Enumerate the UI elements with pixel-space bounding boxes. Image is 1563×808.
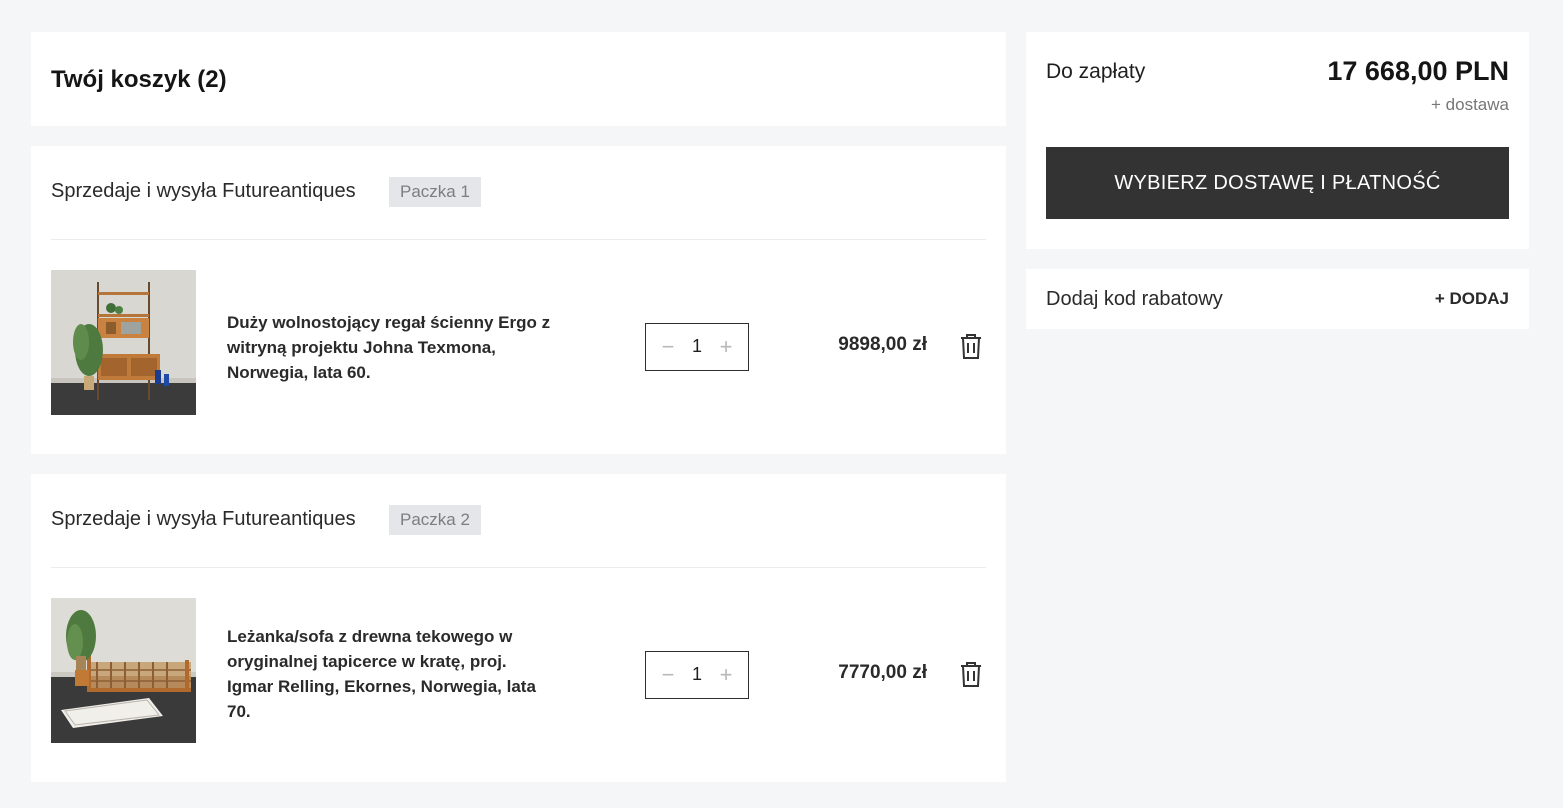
divider	[51, 567, 986, 568]
trash-icon[interactable]	[955, 658, 987, 690]
shipping-note: + dostawa	[1431, 95, 1509, 114]
discount-label: Dodaj kod rabatowy	[1046, 288, 1223, 310]
quantity-stepper: − 1 +	[645, 651, 749, 699]
trash-icon[interactable]	[955, 330, 987, 362]
product-name[interactable]: Duży wolnostojący regał ścienny Ergo z w…	[227, 310, 557, 385]
page-title: Twój koszyk (2)	[51, 66, 227, 93]
seller-label: Sprzedaje i wysyła Futureantiques	[51, 180, 356, 202]
cart-header: Twój koszyk (2)	[31, 32, 1006, 126]
quantity-stepper: − 1 +	[645, 323, 749, 371]
product-image[interactable]	[51, 270, 196, 415]
package-badge: Paczka 1	[389, 177, 481, 207]
plus-icon[interactable]: +	[714, 663, 738, 687]
plus-icon[interactable]: +	[714, 335, 738, 359]
item-price: 9898,00 zł	[838, 334, 927, 355]
total-label: Do zapłaty	[1046, 60, 1146, 83]
checkout-button[interactable]: WYBIERZ DOSTAWĘ I PŁATNOŚĆ	[1046, 147, 1509, 219]
item-price: 7770,00 zł	[838, 662, 927, 683]
order-summary: Do zapłaty 17 668,00 PLN + dostawa WYBIE…	[1026, 32, 1529, 249]
package-card: Sprzedaje i wysyła Futureantiques Paczka…	[31, 146, 1006, 454]
add-discount-button[interactable]: + DODAJ	[1435, 289, 1509, 309]
package-badge: Paczka 2	[389, 505, 481, 535]
total-amount: 17 668,00 PLN	[1327, 56, 1509, 86]
package-card: Sprzedaje i wysyła Futureantiques Paczka…	[31, 474, 1006, 782]
seller-label: Sprzedaje i wysyła Futureantiques	[51, 508, 356, 530]
product-name[interactable]: Leżanka/sofa z drewna tekowego w orygina…	[227, 624, 557, 724]
product-image[interactable]	[51, 598, 196, 743]
discount-code-panel[interactable]: Dodaj kod rabatowy + DODAJ	[1026, 269, 1529, 329]
divider	[51, 239, 986, 240]
